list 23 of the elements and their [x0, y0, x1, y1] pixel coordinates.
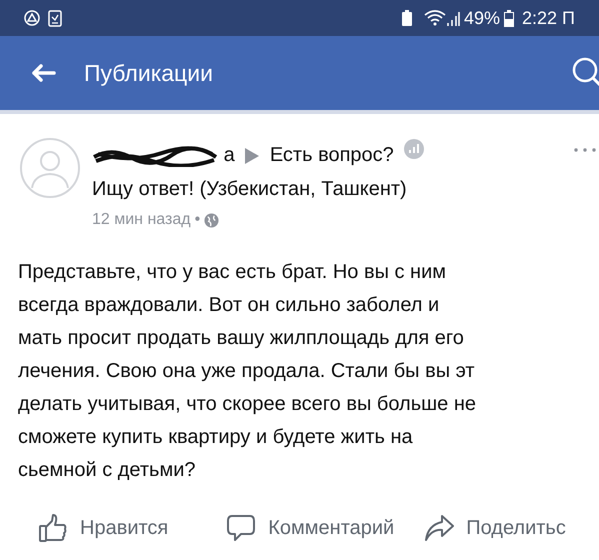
post-time: 12 мин назад: [92, 210, 191, 230]
share-button[interactable]: Поделитьс: [424, 513, 566, 543]
toolbar-title: Публикации: [84, 58, 213, 88]
alert-icon: [24, 10, 40, 26]
comment-button[interactable]: Комментарий: [226, 513, 394, 543]
wifi-icon: [424, 10, 446, 26]
battery-percent: 49%: [464, 6, 500, 30]
triangle-icon: [244, 146, 260, 165]
like-button[interactable]: Нравится: [38, 513, 168, 543]
author-name[interactable]: а: [224, 144, 235, 166]
avatar-icon: [20, 138, 80, 198]
globe-icon: [204, 212, 220, 228]
thumbs-up-icon: [38, 513, 68, 543]
separator-dot: •: [194, 210, 200, 230]
signal-icon: [446, 10, 460, 26]
post-text: Представьте, что у вас есть брат. Но вы с ним всегда враждовали. Вот он сильно заболел и мать просит продать вашу жилплощадь для его лечения. Свою она уже продала. Стали бы вы эт делать учитывая, что скорее всего вы больше не сможете купить квартиру и будете жить на сьемной с детьми?: [17, 260, 478, 483]
share-arrow-icon: [424, 513, 454, 543]
speech-bubble-icon: [226, 513, 256, 543]
stats-icon: [403, 138, 426, 160]
group-name[interactable]: Есть вопрос?: [270, 144, 394, 166]
clock: 2:22 П: [522, 6, 575, 30]
group-name[interactable]: Ищу ответ! (Узбекистан, Ташкент): [92, 172, 407, 206]
battery-icon: [504, 10, 514, 26]
